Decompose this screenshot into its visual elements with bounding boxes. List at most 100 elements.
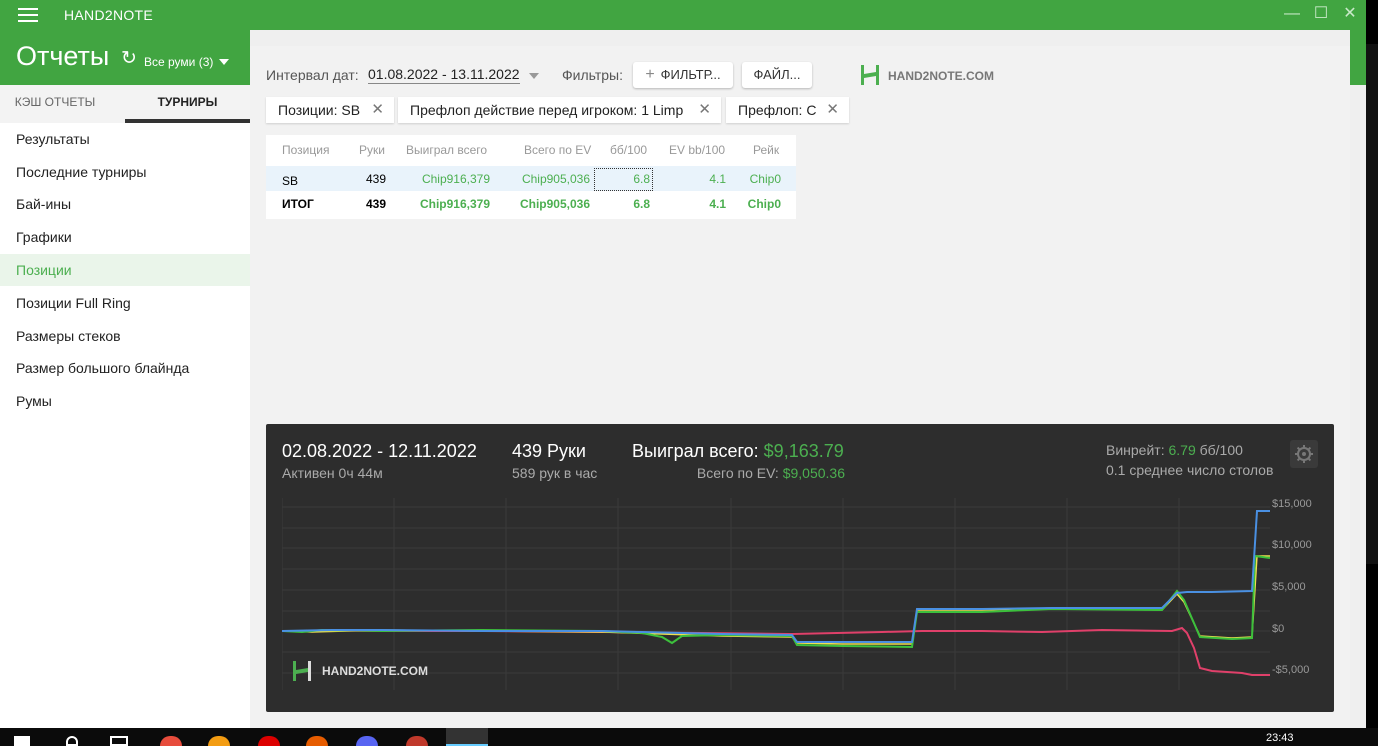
add-filter-button[interactable]: + ФИЛЬТР... (633, 62, 733, 88)
avg-tables: 0.1 среднее число столов (1106, 462, 1274, 478)
hamburger-menu-icon[interactable] (18, 8, 38, 22)
sidebar-item-buyins[interactable]: Бай-ины (0, 188, 250, 220)
filter-chip-label: Позиции: SB (278, 102, 361, 118)
scrollbar-track[interactable] (1366, 44, 1378, 564)
tab-cash-reports[interactable]: КЭШ ОТЧЕТЫ (0, 85, 110, 123)
refresh-icon[interactable]: ↻ (121, 49, 137, 68)
screen-edge (1366, 0, 1378, 728)
header-strip (1350, 30, 1366, 85)
os-taskbar: 23:43 (0, 728, 1378, 746)
cell-focus-outline (594, 168, 653, 191)
filter-chip-label: Префлоп действие перед игроком: 1 Limp (410, 102, 684, 118)
table-cell: Chip0 (749, 172, 781, 186)
discord-icon[interactable] (356, 736, 378, 746)
hand2note-logo-icon (861, 65, 879, 85)
gear-icon[interactable] (1290, 440, 1318, 468)
plus-icon: + (645, 66, 655, 83)
rooms-dropdown[interactable]: Все руми (3) (144, 55, 213, 69)
sidebar-item-recent-tournaments[interactable]: Последние турниры (0, 156, 250, 188)
column-header[interactable]: Всего по EV (524, 143, 591, 157)
table-cell: Chip0 (747, 197, 781, 211)
windows-start-icon[interactable] (14, 736, 30, 746)
search-icon[interactable] (66, 736, 78, 746)
table-cell: 6.8 (633, 197, 650, 211)
table-cell: SB (282, 174, 299, 188)
hands-per-hour: 589 рук в час (512, 465, 598, 481)
filters-label: Фильтры: (562, 67, 623, 83)
winrate-unit: бб/100 (1199, 442, 1243, 458)
chevron-down-icon[interactable] (219, 59, 229, 65)
app-icon[interactable] (406, 736, 428, 746)
page-title: Отчеты (16, 41, 110, 71)
taskbar-clock: 23:43 (1266, 732, 1294, 744)
y-tick-label: $5,000 (1272, 581, 1306, 593)
sidebar-item-graphs[interactable]: Графики (0, 221, 250, 253)
table-total-row: ИТОГ 439 Chip916,379 Chip905,036 6.8 4.1… (266, 191, 796, 216)
maximize-icon[interactable]: ☐ (1311, 4, 1331, 24)
results-graph-panel: 02.08.2022 - 12.11.2022 Активен 0ч 44м 4… (266, 424, 1334, 712)
hand2note-taskbar-icon[interactable] (446, 728, 488, 746)
table-cell: ИТОГ (282, 197, 314, 211)
hand2note-logo-icon (293, 661, 311, 681)
active-time: Активен 0ч 44м (282, 465, 383, 481)
winrate-value: 6.79 (1168, 442, 1196, 458)
y-tick-label: $0 (1272, 623, 1285, 635)
table-cell: Chip916,379 (419, 197, 490, 211)
remove-filter-icon[interactable]: ✕ (826, 97, 839, 123)
add-filter-label: ФИЛЬТР... (660, 67, 721, 82)
ev-total-label: Всего по EV: (696, 465, 779, 481)
table-cell: 439 (365, 172, 386, 186)
sidebar-item-big-blind-size[interactable]: Размер большого блайнда (0, 352, 250, 384)
y-tick-label: $10,000 (1272, 539, 1312, 551)
column-header[interactable]: EV bb/100 (669, 143, 725, 157)
chrome-icon[interactable] (160, 736, 182, 746)
tab-tournaments[interactable]: ТУРНИРЫ (125, 85, 250, 123)
sidebar-item-rooms[interactable]: Румы (0, 385, 250, 417)
date-range-picker[interactable]: 01.08.2022 - 13.11.2022 (368, 66, 520, 84)
file-button[interactable]: ФАЙЛ... (742, 62, 812, 88)
table-row[interactable]: SB 439 Chip916,379 Chip905,036 6.8 4.1 C… (266, 166, 796, 191)
won-total-value: $9,163.79 (763, 441, 844, 461)
won-total-label: Выиграл всего: (632, 441, 759, 461)
sidebar: КЭШ ОТЧЕТЫ ТУРНИРЫ Результаты Последние … (0, 85, 250, 728)
firefox-icon[interactable] (208, 736, 230, 746)
sidebar-tabs: КЭШ ОТЧЕТЫ ТУРНИРЫ (0, 85, 250, 123)
table-cell: Chip905,036 (519, 197, 590, 211)
date-interval-label: Интервал дат: (266, 67, 359, 83)
filter-chip-preflop: Префлоп: C ✕ (726, 97, 849, 123)
column-header[interactable]: Выиграл всего (406, 143, 487, 157)
hand2note-logo-text: HAND2NOTE.COM (888, 69, 995, 83)
sidebar-item-stack-sizes[interactable]: Размеры стеков (0, 320, 250, 352)
column-header[interactable]: Рейк (753, 143, 779, 157)
sidebar-item-results[interactable]: Результаты (0, 123, 250, 155)
main-content: Интервал дат: 01.08.2022 - 13.11.2022 Фи… (250, 46, 1350, 728)
filter-chip-preflop-action: Префлоп действие перед игроком: 1 Limp ✕ (398, 97, 721, 123)
won-total: Выиграл всего: $9,163.79 (632, 441, 844, 462)
minimize-icon[interactable]: — (1282, 4, 1302, 24)
table-cell: 4.1 (709, 197, 726, 211)
table-cell: 4.1 (709, 172, 726, 186)
filter-chip-position: Позиции: SB ✕ (266, 97, 394, 123)
results-line-chart[interactable] (282, 498, 1270, 690)
sidebar-item-positions[interactable]: Позиции (0, 254, 250, 286)
column-header[interactable]: Позиция (282, 143, 329, 157)
page-header: Отчеты ↻ Все руми (3) (0, 30, 250, 85)
won-total-line (282, 510, 1270, 643)
graph-date-range: 02.08.2022 - 12.11.2022 (282, 441, 477, 461)
y-tick-label: -$5,000 (1272, 664, 1310, 676)
column-header[interactable]: Руки (359, 143, 385, 157)
title-bar: HAND2NOTE — ☐ ✕ (0, 0, 1366, 30)
opera-icon[interactable] (258, 736, 280, 746)
remove-filter-icon[interactable]: ✕ (371, 97, 384, 123)
brave-icon[interactable] (306, 736, 328, 746)
ev-total: Всего по EV: $9,050.36 (697, 465, 845, 481)
table-cell: Chip905,036 (521, 172, 590, 186)
chevron-down-icon[interactable] (529, 73, 539, 79)
sidebar-item-positions-full-ring[interactable]: Позиции Full Ring (0, 287, 250, 319)
graph-logo: HAND2NOTE.COM (292, 660, 428, 687)
close-icon[interactable]: ✕ (1340, 4, 1360, 24)
table-cell: Chip916,379 (421, 172, 490, 186)
task-view-icon[interactable] (110, 736, 128, 746)
column-header[interactable]: бб/100 (610, 143, 647, 157)
remove-filter-icon[interactable]: ✕ (698, 97, 711, 123)
